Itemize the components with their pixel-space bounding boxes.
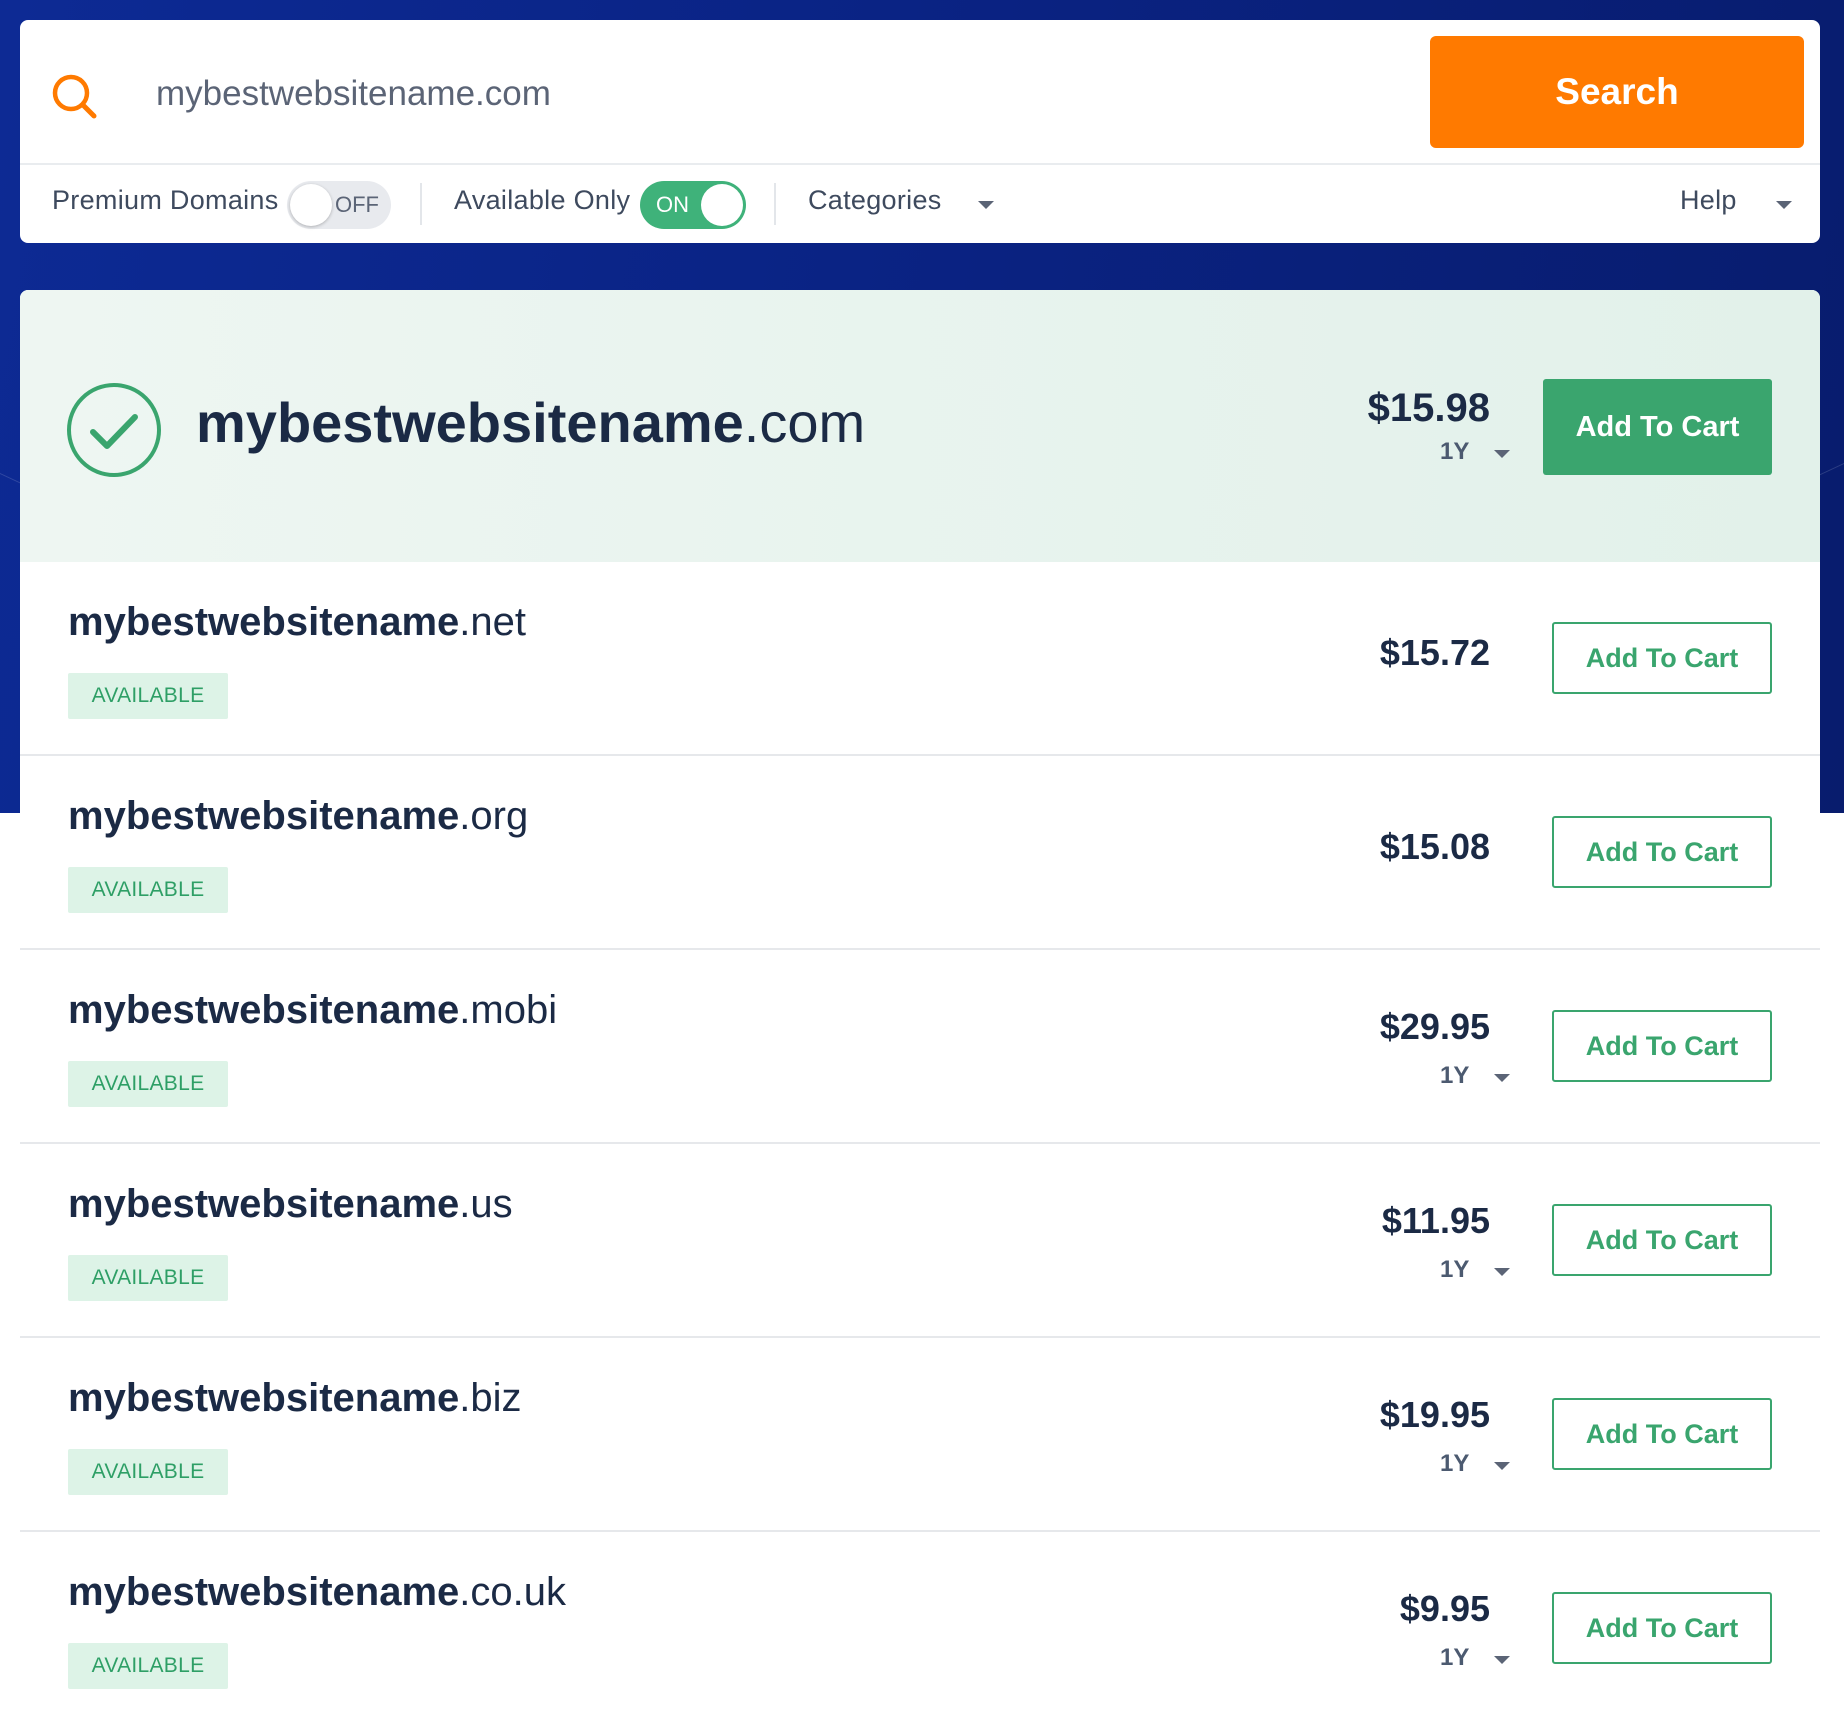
result-domain-name: mybestwebsitename.net <box>68 600 526 645</box>
domain-name: mybestwebsitename <box>68 1182 460 1226</box>
filter-divider <box>420 183 422 225</box>
result-row: mybestwebsitename.net AVAILABLE $15.72 A… <box>20 562 1820 756</box>
status-badge: AVAILABLE <box>68 867 228 913</box>
status-badge: AVAILABLE <box>68 1643 228 1689</box>
result-domain-name: mybestwebsitename.mobi <box>68 988 557 1033</box>
caret-down-icon <box>1494 1268 1510 1276</box>
filter-divider <box>774 183 776 225</box>
term-select[interactable]: 1Y <box>1418 1448 1518 1484</box>
filter-bar: Premium Domains OFF Available Only ON Ca… <box>20 165 1820 243</box>
categories-dropdown[interactable]: Categories <box>808 165 1018 243</box>
result-price: $9.95 <box>1399 1588 1490 1629</box>
domain-tld: .us <box>459 1182 513 1226</box>
domain-tld: .mobi <box>459 988 558 1032</box>
term-select[interactable]: 1Y <box>1418 1060 1518 1096</box>
domain-tld: .co.uk <box>459 1570 566 1614</box>
featured-result: mybestwebsitename.com $15.98 1Y Add To C… <box>20 290 1820 562</box>
caret-down-icon <box>1776 201 1792 209</box>
add-to-cart-button[interactable]: Add To Cart <box>1552 622 1772 694</box>
result-domain-name: mybestwebsitename.biz <box>68 1376 522 1421</box>
result-domain-name: mybestwebsitename.us <box>68 1182 513 1227</box>
term-select[interactable]: 1Y <box>1418 436 1518 472</box>
add-to-cart-button[interactable]: Add To Cart <box>1552 1204 1772 1276</box>
domain-search-input[interactable] <box>156 60 1386 128</box>
caret-down-icon <box>1494 1462 1510 1470</box>
available-only-toggle[interactable]: ON <box>640 181 746 229</box>
domain-tld: .com <box>743 391 866 454</box>
term-select[interactable]: 1Y <box>1418 1642 1518 1678</box>
toggle-state-label: ON <box>656 192 689 217</box>
add-to-cart-button[interactable]: Add To Cart <box>1552 1592 1772 1664</box>
caret-down-icon <box>1494 1074 1510 1082</box>
search-bar: Search <box>20 20 1820 165</box>
add-to-cart-button[interactable]: Add To Cart <box>1552 1010 1772 1082</box>
status-badge: AVAILABLE <box>68 1255 228 1301</box>
search-panel: Search Premium Domains OFF Available Onl… <box>20 20 1820 243</box>
toggle-knob <box>290 184 332 226</box>
categories-label: Categories <box>808 185 942 215</box>
featured-domain-name: mybestwebsitename.com <box>196 390 865 455</box>
term-label: 1Y <box>1440 1062 1470 1089</box>
term-label: 1Y <box>1440 1450 1470 1477</box>
result-price: $29.95 <box>1379 1006 1490 1047</box>
result-domain-name: mybestwebsitename.co.uk <box>68 1570 566 1615</box>
caret-down-icon <box>978 201 994 209</box>
available-only-label: Available Only <box>454 185 631 215</box>
result-price: $15.08 <box>1379 826 1490 867</box>
domain-name: mybestwebsitename <box>68 1376 460 1420</box>
domain-tld: .org <box>459 794 529 838</box>
term-label: 1Y <box>1440 1256 1470 1283</box>
domain-name: mybestwebsitename <box>68 988 460 1032</box>
check-circle-icon <box>67 383 161 477</box>
result-row: mybestwebsitename.org AVAILABLE $15.08 A… <box>20 756 1820 950</box>
domain-tld: .net <box>459 600 526 644</box>
featured-price: $15.98 <box>1367 386 1490 430</box>
result-price: $11.95 <box>1381 1200 1490 1241</box>
premium-domains-toggle[interactable]: OFF <box>287 181 391 229</box>
caret-down-icon <box>1494 1656 1510 1664</box>
result-price: $19.95 <box>1379 1394 1490 1435</box>
add-to-cart-button[interactable]: Add To Cart <box>1552 816 1772 888</box>
domain-name: mybestwebsitename <box>68 1570 460 1614</box>
result-row: mybestwebsitename.mobi AVAILABLE $29.95 … <box>20 950 1820 1144</box>
search-icon <box>52 74 97 119</box>
result-row: mybestwebsitename.co.uk AVAILABLE $9.95 … <box>20 1532 1820 1722</box>
results-list: mybestwebsitename.com $15.98 1Y Add To C… <box>20 290 1820 1722</box>
result-row: mybestwebsitename.biz AVAILABLE $19.95 1… <box>20 1338 1820 1532</box>
term-label: 1Y <box>1440 438 1470 465</box>
term-label: 1Y <box>1440 1644 1470 1671</box>
help-label: Help <box>1680 185 1737 215</box>
help-dropdown[interactable]: Help <box>1680 165 1800 243</box>
premium-domains-label: Premium Domains <box>52 185 279 215</box>
domain-name: mybestwebsitename <box>68 794 460 838</box>
search-button[interactable]: Search <box>1430 36 1804 148</box>
domain-name: mybestwebsitename <box>68 600 460 644</box>
toggle-state-label: OFF <box>335 192 379 217</box>
domain-name: mybestwebsitename <box>196 391 744 454</box>
toggle-knob <box>701 184 743 226</box>
result-row: mybestwebsitename.us AVAILABLE $11.95 1Y… <box>20 1144 1820 1338</box>
result-domain-name: mybestwebsitename.org <box>68 794 528 839</box>
status-badge: AVAILABLE <box>68 1061 228 1107</box>
status-badge: AVAILABLE <box>68 1449 228 1495</box>
term-select[interactable]: 1Y <box>1418 1254 1518 1290</box>
domain-tld: .biz <box>459 1376 522 1420</box>
status-badge: AVAILABLE <box>68 673 228 719</box>
add-to-cart-button[interactable]: Add To Cart <box>1552 1398 1772 1470</box>
add-to-cart-button[interactable]: Add To Cart <box>1543 379 1772 475</box>
result-price: $15.72 <box>1379 632 1490 673</box>
caret-down-icon <box>1494 450 1510 458</box>
